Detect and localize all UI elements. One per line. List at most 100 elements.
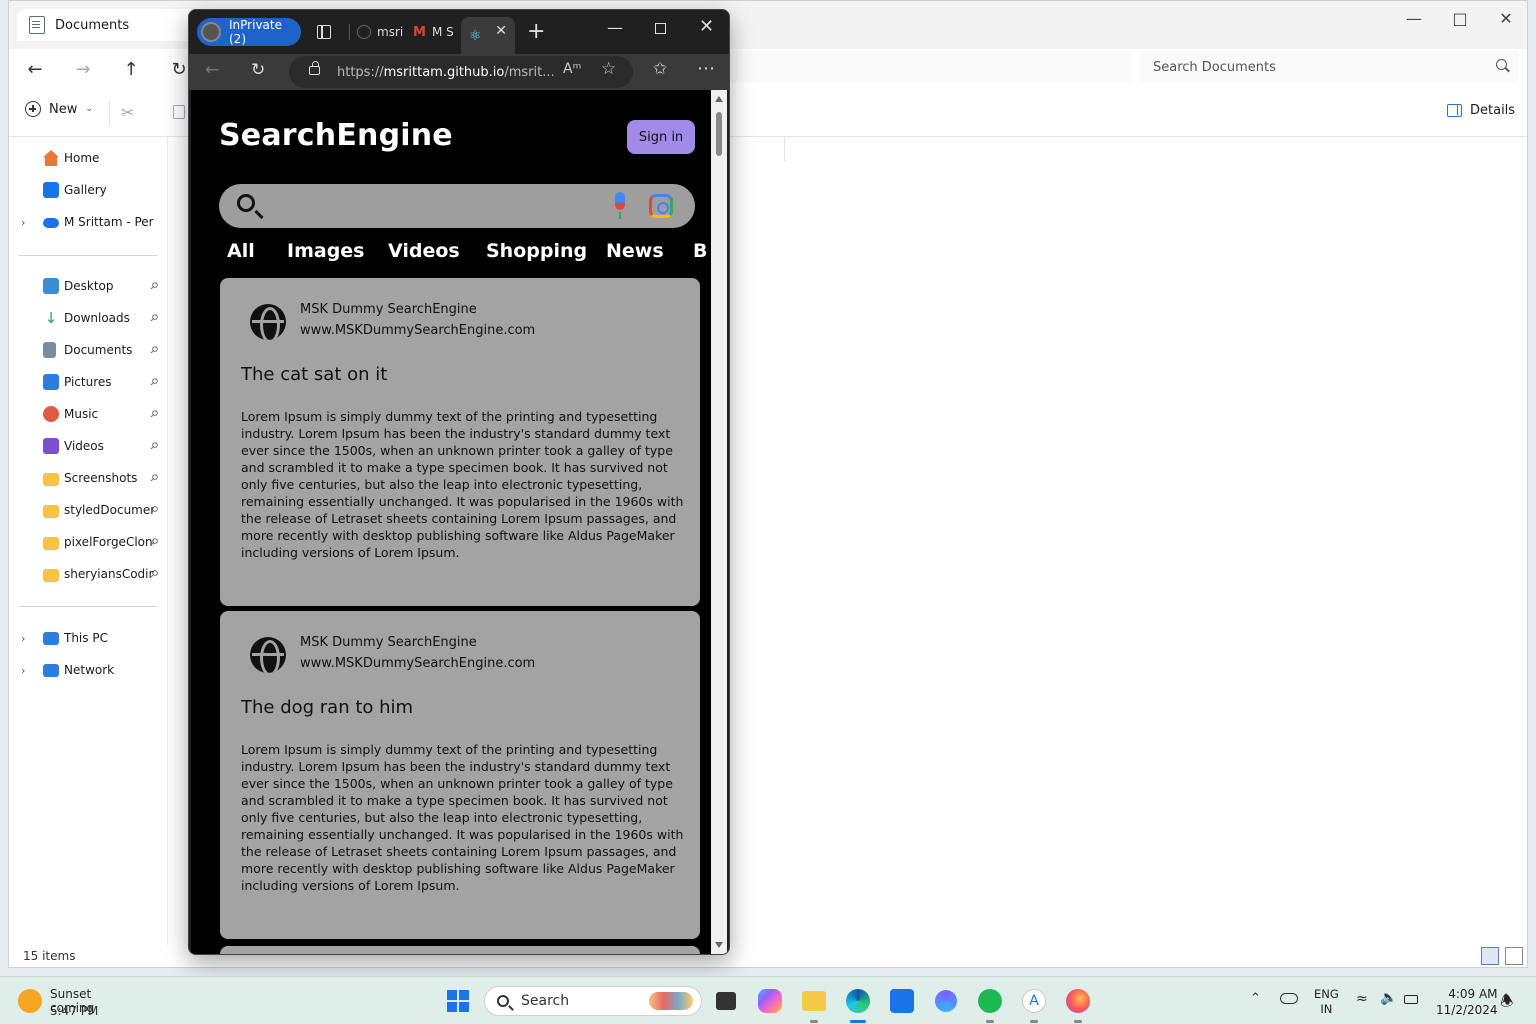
favorites-icon[interactable]: ✩ [653, 59, 667, 79]
sidebar-item-music[interactable]: Music ⚲ [9, 402, 167, 426]
search-placeholder: Search Documents [1153, 59, 1276, 75]
sidebar-item-home[interactable]: Home [9, 146, 167, 170]
copy-icon[interactable] [173, 105, 185, 119]
browser-tab-gmail[interactable]: M M S [413, 17, 461, 47]
microphone-icon[interactable] [613, 192, 627, 220]
weather-widget[interactable]: Sunset coming 5:47 PM [18, 987, 138, 1019]
notification-bell-icon[interactable]: 🕭 [1500, 991, 1513, 1016]
address-bar[interactable]: https://msrittam.github.io/msrit... [289, 56, 633, 88]
search-result-card[interactable]: MSK Dummy SearchEngine www.MSKDummySearc… [220, 611, 700, 939]
copilot-button[interactable] [754, 985, 786, 1017]
search-result-card[interactable] [220, 946, 700, 954]
search-input[interactable]: Search Documents [1139, 51, 1519, 83]
site-logo[interactable]: SearchEngine [219, 118, 453, 153]
result-site-url[interactable]: www.MSKDummySearchEngine.com [300, 323, 535, 338]
camera-lens-icon[interactable] [649, 194, 673, 218]
task-view-icon [716, 992, 736, 1010]
browser-tab-active[interactable]: ⚛ ✕ [461, 17, 515, 54]
onedrive-icon[interactable] [1280, 993, 1298, 1004]
sidebar-item-documents[interactable]: Documents ⚲ [9, 338, 167, 362]
minimize-button[interactable]: — [1391, 3, 1437, 33]
url-host: msrittam.github.io [383, 64, 505, 80]
volume-icon[interactable]: 🔈 [1380, 990, 1397, 1006]
sidebar-item-desktop[interactable]: Desktop ⚲ [9, 274, 167, 298]
sidebar-item-this-pc[interactable]: › This PC [9, 626, 167, 650]
sidebar-item-screenshots[interactable]: Screenshots ⚲ [9, 466, 167, 490]
new-button[interactable]: New ⌄ [25, 101, 93, 117]
chevron-up-icon[interactable]: ⌃ [1250, 991, 1261, 1006]
scroll-down-icon[interactable] [715, 942, 723, 948]
more-options-icon[interactable]: ⋯ [697, 58, 716, 79]
spotify-button[interactable] [974, 985, 1006, 1023]
tab-images[interactable]: Images [287, 240, 364, 262]
sidebar-item-videos[interactable]: Videos ⚲ [9, 434, 167, 458]
sign-in-button[interactable]: Sign in [627, 120, 695, 154]
back-arrow-icon[interactable]: ← [19, 53, 51, 85]
sidebar-item-downloads[interactable]: ↓ Downloads ⚲ [9, 306, 167, 330]
close-button[interactable]: ✕ [699, 16, 714, 37]
details-button[interactable]: Details [1447, 103, 1515, 118]
tab-news[interactable]: News [606, 240, 664, 262]
search-result-card[interactable]: MSK Dummy SearchEngine www.MSKDummySearc… [220, 278, 700, 606]
battery-icon[interactable] [1404, 995, 1418, 1004]
file-explorer-button[interactable] [798, 985, 830, 1023]
tab-more[interactable]: B [693, 240, 707, 262]
search-input[interactable] [219, 184, 695, 228]
app-button[interactable]: A [1018, 985, 1050, 1023]
pane-divider[interactable] [167, 137, 168, 945]
edge-button[interactable] [842, 985, 874, 1023]
search-icon[interactable] [237, 194, 255, 212]
new-tab-button[interactable]: + [527, 18, 545, 46]
inprivate-button[interactable]: InPrivate (2) [197, 18, 301, 46]
star-icon[interactable]: ☆ [601, 59, 616, 79]
chevron-right-icon[interactable]: › [21, 216, 25, 229]
cut-icon[interactable]: ✂ [121, 103, 134, 122]
read-aloud-icon[interactable]: Aᵐ [563, 61, 581, 77]
result-site-url[interactable]: www.MSKDummySearchEngine.com [300, 656, 535, 671]
wifi-icon[interactable]: ≈ [1356, 991, 1368, 1007]
language-indicator[interactable]: ENG IN [1314, 987, 1339, 1017]
result-title[interactable]: The cat sat on it [241, 364, 387, 385]
maximize-button[interactable] [655, 23, 666, 34]
sidebar-item-styleddocument[interactable]: styledDocument ⚲ [9, 498, 167, 522]
tiles-view-icon[interactable] [1505, 947, 1523, 965]
close-tab-icon[interactable]: ✕ [495, 23, 507, 39]
copilot-icon [758, 989, 782, 1013]
chevron-right-icon[interactable]: › [21, 664, 25, 677]
maximize-button[interactable]: □ [1437, 3, 1483, 33]
sidebar-item-sheryianscoding[interactable]: sheryiansCoding ⚲ [9, 562, 167, 586]
firefox-button[interactable] [1062, 985, 1094, 1023]
sidebar-item-gallery[interactable]: Gallery [9, 178, 167, 202]
address-bar[interactable] [729, 51, 1131, 83]
chevron-right-icon[interactable]: › [21, 632, 25, 645]
details-view-icon[interactable] [1481, 947, 1499, 965]
browser-tab-github[interactable]: msri [357, 17, 409, 47]
close-button[interactable]: ✕ [1483, 3, 1529, 33]
tab-actions-icon[interactable] [317, 25, 331, 39]
up-arrow-icon[interactable]: ↑ [115, 53, 147, 85]
refresh-icon[interactable]: ↻ [251, 60, 265, 80]
scroll-up-icon[interactable] [715, 96, 723, 102]
sidebar-item-network[interactable]: › Network [9, 658, 167, 682]
scroll-thumb[interactable] [716, 112, 722, 156]
result-title[interactable]: The dog ran to him [241, 697, 413, 718]
tab-videos[interactable]: Videos [388, 240, 460, 262]
taskbar-search[interactable]: Search [484, 986, 702, 1016]
task-view-button[interactable] [710, 985, 742, 1017]
sidebar-item-pictures[interactable]: Pictures ⚲ [9, 370, 167, 394]
lock-icon [309, 61, 320, 75]
system-clock[interactable]: 4:09 AM 11/2/2024 [1436, 986, 1498, 1018]
start-button[interactable] [442, 985, 474, 1017]
sidebar-item-pixelforgecloning[interactable]: pixelForgeCloning ⚲ [9, 530, 167, 554]
forward-arrow-icon[interactable]: → [67, 53, 99, 85]
page-scrollbar[interactable] [711, 90, 727, 954]
back-arrow-icon[interactable]: ← [205, 60, 219, 80]
tab-shopping[interactable]: Shopping [486, 240, 587, 262]
minimize-button[interactable]: — [607, 18, 623, 37]
sidebar-item-onedrive[interactable]: › M Srittam - Personal [9, 210, 167, 234]
store-button[interactable] [886, 985, 918, 1017]
view-toggle [1481, 947, 1523, 965]
teams-button[interactable] [930, 985, 962, 1017]
tab-all[interactable]: All [227, 240, 255, 262]
explorer-tab[interactable]: Documents [17, 9, 197, 41]
